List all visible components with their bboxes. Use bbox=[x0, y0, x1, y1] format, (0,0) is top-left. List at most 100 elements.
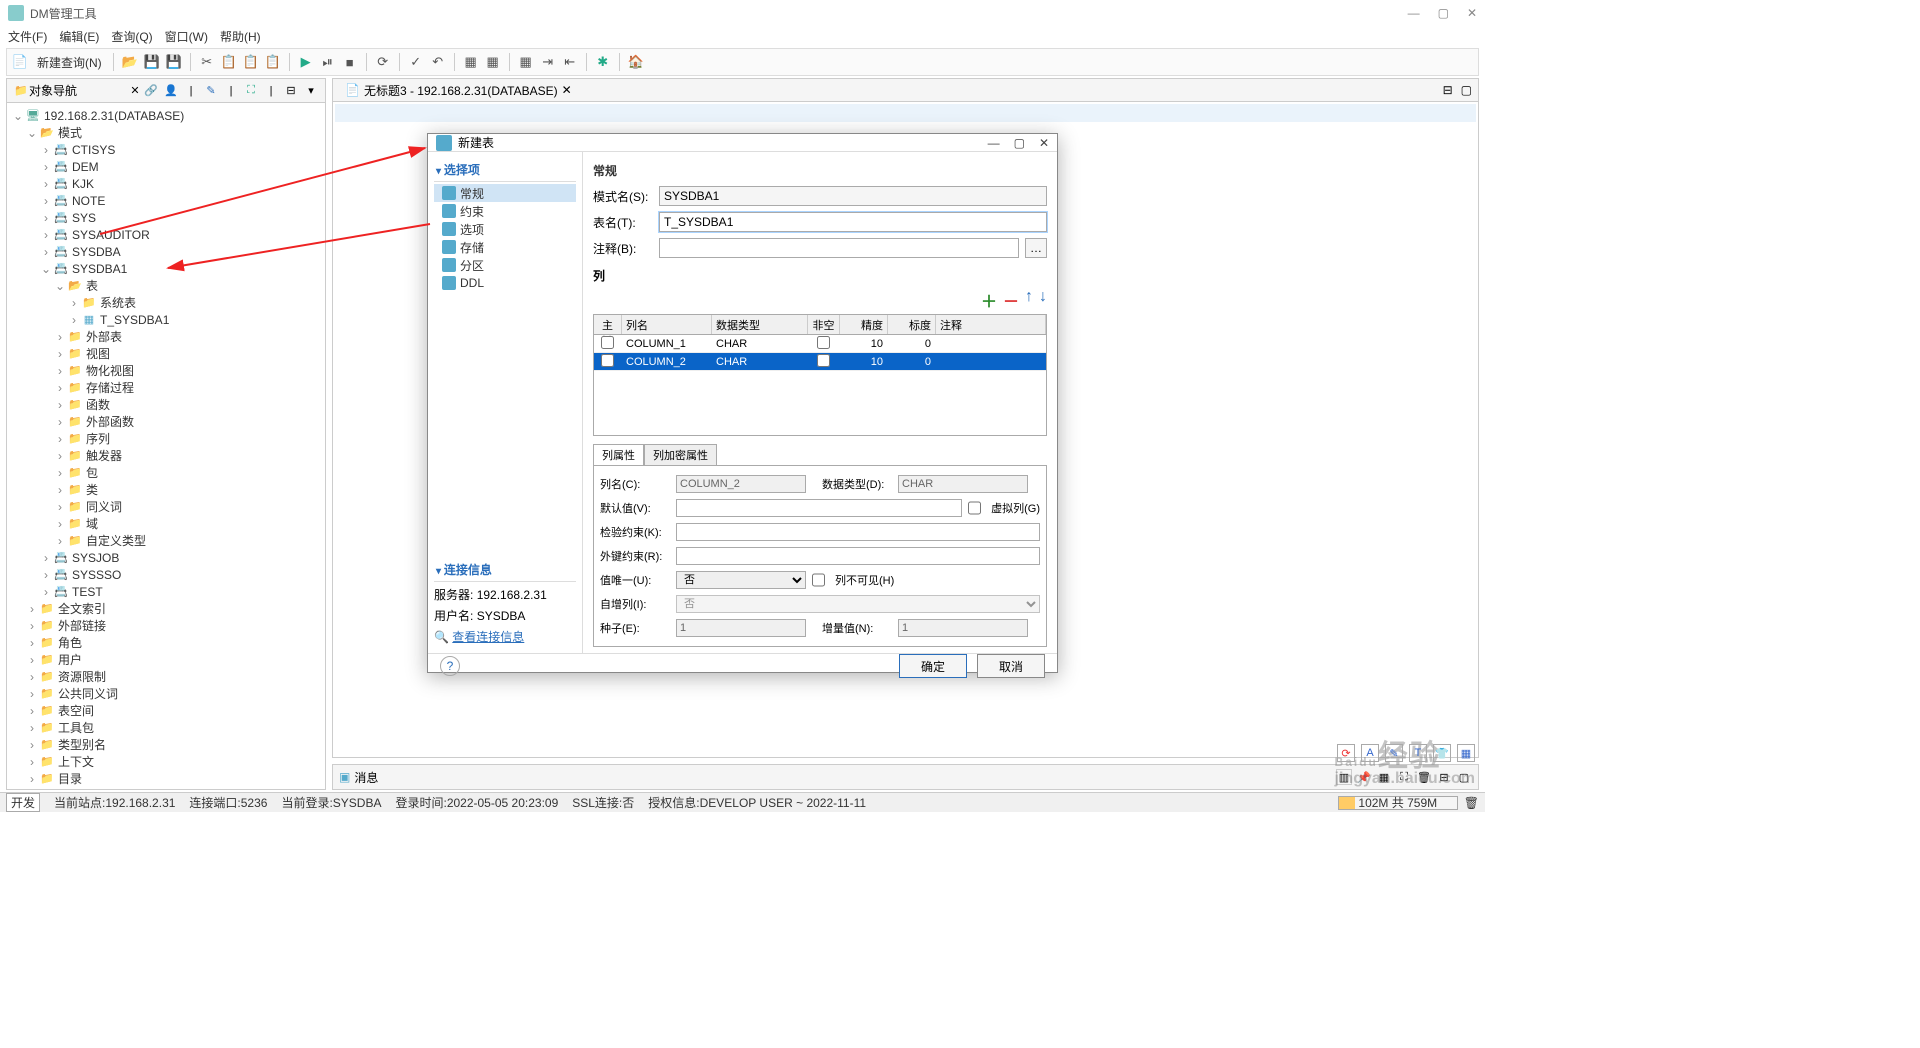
tree-folder-item[interactable]: ›📁同义词 bbox=[7, 498, 325, 515]
step-icon[interactable]: ⏯ bbox=[319, 53, 337, 71]
cut-icon[interactable]: ✂ bbox=[198, 53, 216, 71]
paste-icon[interactable]: 📋 bbox=[242, 53, 260, 71]
tree-node[interactable]: ›📁备份 bbox=[7, 787, 325, 789]
bt-icon[interactable]: A bbox=[1361, 744, 1379, 762]
expand-icon[interactable]: ⛶ bbox=[243, 83, 259, 99]
message-tab[interactable]: 消息 bbox=[354, 769, 378, 786]
column-row[interactable]: COLUMN_1CHAR100 bbox=[594, 335, 1046, 353]
link-icon[interactable]: 🔗 bbox=[143, 83, 159, 99]
editor-max-icon[interactable]: ▢ bbox=[1461, 83, 1472, 97]
cancel-button[interactable]: 取消 bbox=[977, 654, 1045, 678]
conn-header[interactable]: 连接信息 bbox=[434, 558, 576, 582]
tree-schema-item[interactable]: ›📇NOTE bbox=[7, 192, 325, 209]
dlg-nav-item[interactable]: 分区 bbox=[434, 256, 576, 274]
tree-node[interactable]: ›📁角色 bbox=[7, 634, 325, 651]
tab-close-icon[interactable]: ✕ bbox=[562, 83, 572, 97]
tree-folder-item[interactable]: ›📁类 bbox=[7, 481, 325, 498]
tree-folder-item[interactable]: ›📁序列 bbox=[7, 430, 325, 447]
dialog-titlebar[interactable]: 新建表 ― ▢ ✕ bbox=[428, 134, 1057, 152]
col-props-tab[interactable]: 列属性 bbox=[593, 444, 644, 465]
tree-schema-item[interactable]: ›📇DEM bbox=[7, 158, 325, 175]
comment-more-button[interactable]: … bbox=[1025, 238, 1047, 258]
help-button[interactable]: ? bbox=[440, 656, 460, 676]
default-value-input[interactable] bbox=[676, 499, 962, 517]
next-icon[interactable]: ⇥ bbox=[539, 53, 557, 71]
tree-folder-item[interactable]: ›📁外部函数 bbox=[7, 413, 325, 430]
close-button[interactable]: ✕ bbox=[1467, 6, 1477, 20]
move-up-button[interactable]: ↑ bbox=[1025, 288, 1033, 312]
tree-systable[interactable]: ›📁系统表 bbox=[7, 294, 325, 311]
unique-select[interactable]: 否 bbox=[676, 571, 806, 589]
home-icon[interactable]: 🏠 bbox=[627, 53, 645, 71]
fk-constraint-input[interactable] bbox=[676, 547, 1040, 565]
tree-node[interactable]: ›📁外部链接 bbox=[7, 617, 325, 634]
open-icon[interactable]: 📂 bbox=[121, 53, 139, 71]
collapse-icon[interactable]: ⊟ bbox=[283, 83, 299, 99]
bt-icon[interactable]: 👕 bbox=[1433, 744, 1451, 762]
prev-icon[interactable]: ⇤ bbox=[561, 53, 579, 71]
tree-folder-item[interactable]: ›📁外部表 bbox=[7, 328, 325, 345]
tree-schema-item[interactable]: ›📇KJK bbox=[7, 175, 325, 192]
tree-schema-item[interactable]: ›📇SYSSSO bbox=[7, 566, 325, 583]
edit-icon[interactable]: ✎ bbox=[203, 83, 219, 99]
filter-icon[interactable]: 👤 bbox=[163, 83, 179, 99]
tree-table[interactable]: ⌄📂表 bbox=[7, 277, 325, 294]
dlg-nav-item[interactable]: 存储 bbox=[434, 238, 576, 256]
tree-schema-item[interactable]: ›📇SYS bbox=[7, 209, 325, 226]
save-all-icon[interactable]: 💾 bbox=[165, 53, 183, 71]
tree-node[interactable]: ›📁工具包 bbox=[7, 719, 325, 736]
new-query-button[interactable]: 新建查询(N) bbox=[33, 54, 106, 71]
add-column-button[interactable]: ＋ bbox=[981, 288, 997, 312]
tree-folder-item[interactable]: ›📁视图 bbox=[7, 345, 325, 362]
editor-tab[interactable]: 📄 无标题3 - 192.168.2.31(DATABASE) ✕ bbox=[339, 82, 578, 99]
menu-icon[interactable]: ▾ bbox=[303, 83, 319, 99]
view-connection-link[interactable]: 查看连接信息 bbox=[452, 630, 524, 644]
tree-folder-item[interactable]: ›📁函数 bbox=[7, 396, 325, 413]
check-icon[interactable]: ✓ bbox=[407, 53, 425, 71]
tree-schema-item[interactable]: ›📇SYSDBA bbox=[7, 243, 325, 260]
sidebar-close-icon[interactable]: ✕ bbox=[127, 83, 143, 99]
minimize-button[interactable]: ― bbox=[1408, 6, 1420, 20]
bt-icon[interactable]: ✎ bbox=[1385, 744, 1403, 762]
tree-node[interactable]: ›📁目录 bbox=[7, 770, 325, 787]
trash-icon[interactable]: 🗑 bbox=[1464, 796, 1479, 810]
dlg-close-button[interactable]: ✕ bbox=[1039, 136, 1049, 150]
tool-icon[interactable]: 📄 bbox=[11, 53, 29, 71]
menu-window[interactable]: 窗口(W) bbox=[165, 28, 208, 45]
tree-root[interactable]: ⌄🖥192.168.2.31(DATABASE) bbox=[7, 107, 325, 124]
bt-icon[interactable]: T bbox=[1409, 744, 1427, 762]
dlg-nav-item[interactable]: 常规 bbox=[434, 184, 576, 202]
grid-icon[interactable]: ▦ bbox=[462, 53, 480, 71]
stop-icon[interactable]: ■ bbox=[341, 53, 359, 71]
tree-node[interactable]: ›📁资源限制 bbox=[7, 668, 325, 685]
menu-edit[interactable]: 编辑(E) bbox=[59, 28, 99, 45]
object-tree[interactable]: ⌄🖥192.168.2.31(DATABASE) ⌄📂模式 ›📇CTISYS›📇… bbox=[7, 103, 325, 789]
copy-icon[interactable]: 📋 bbox=[220, 53, 238, 71]
dlg-nav-item[interactable]: 约束 bbox=[434, 202, 576, 220]
bt-icon[interactable]: ⟳ bbox=[1337, 744, 1355, 762]
comment-input[interactable] bbox=[659, 238, 1019, 258]
column-row[interactable]: COLUMN_2CHAR100 bbox=[594, 353, 1046, 371]
bug-icon[interactable]: ✱ bbox=[594, 53, 612, 71]
menu-query[interactable]: 查询(Q) bbox=[111, 28, 152, 45]
ok-button[interactable]: 确定 bbox=[899, 654, 967, 678]
tree-node[interactable]: ›📁公共同义词 bbox=[7, 685, 325, 702]
dlg-nav-item[interactable]: 选项 bbox=[434, 220, 576, 238]
tree-tsysdba1[interactable]: ›▦T_SYSDBA1 bbox=[7, 311, 325, 328]
menu-file[interactable]: 文件(F) bbox=[8, 28, 47, 45]
delete-column-button[interactable]: － bbox=[1003, 288, 1019, 312]
tree-schema-item[interactable]: ›📇TEST bbox=[7, 583, 325, 600]
tree-folder-item[interactable]: ›📁域 bbox=[7, 515, 325, 532]
tree-folder-item[interactable]: ›📁物化视图 bbox=[7, 362, 325, 379]
tree-schema-item[interactable]: ›📇SYSAUDITOR bbox=[7, 226, 325, 243]
dlg-minimize-button[interactable]: ― bbox=[988, 136, 1000, 150]
find-icon[interactable]: 📋 bbox=[264, 53, 282, 71]
table-icon[interactable]: ▦ bbox=[484, 53, 502, 71]
tree-folder-item[interactable]: ›📁触发器 bbox=[7, 447, 325, 464]
tree-schema-item[interactable]: ›📇CTISYS bbox=[7, 141, 325, 158]
tree-node[interactable]: ›📁全文索引 bbox=[7, 600, 325, 617]
bt-icon[interactable]: ▦ bbox=[1457, 744, 1475, 762]
memory-bar[interactable]: 102M 共 759M bbox=[1338, 796, 1458, 810]
sidebar-tab-label[interactable]: 对象导航 bbox=[29, 82, 127, 99]
table-name-input[interactable] bbox=[659, 212, 1047, 232]
